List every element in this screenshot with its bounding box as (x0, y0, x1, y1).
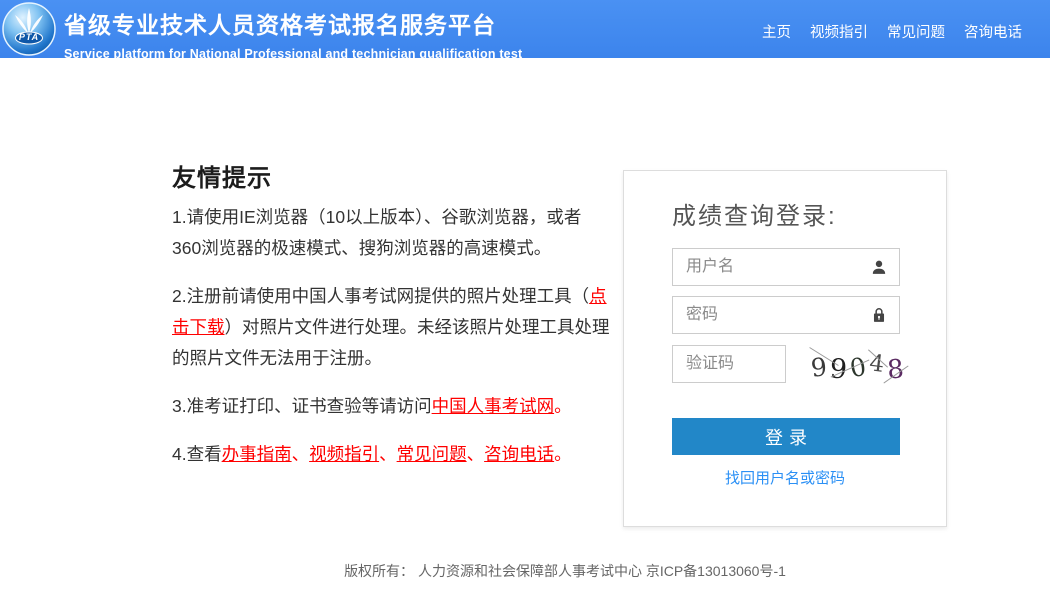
tip2-text-pre: 2.注册前请使用中国人事考试网提供的照片处理工具（ (172, 286, 590, 306)
nav-video-guide-link[interactable]: 视频指引 (810, 21, 868, 42)
header-nav: 主页 视频指引 常见问题 咨询电话 (762, 21, 1022, 42)
nav-hotline-link[interactable]: 咨询电话 (964, 21, 1022, 42)
nav-home-link[interactable]: 主页 (762, 21, 791, 42)
nav-faq-link[interactable]: 常见问题 (887, 21, 945, 42)
tip3-period: 。 (554, 396, 572, 416)
username-input[interactable] (672, 248, 900, 286)
login-button[interactable]: 登录 (672, 418, 900, 455)
video-guide-link[interactable]: 视频指引 (309, 444, 379, 464)
tip4-separator: 、 (291, 444, 310, 464)
tip-item-3: 3.准考证打印、证书查验等请访问中国人事考试网。 (172, 391, 610, 422)
service-guide-link[interactable]: 办事指南 (222, 444, 292, 464)
tip-item-4: 4.查看办事指南、视频指引、常见问题、咨询电话。 (172, 439, 610, 470)
tip3-text-pre: 3.准考证打印、证书查验等请访问 (172, 396, 432, 416)
logo-pta-label: PTA (18, 32, 40, 42)
header-titles: 省级专业技术人员资格考试报名服务平台 Service platform for … (64, 6, 522, 61)
pta-globe-icon (2, 2, 56, 56)
logo: PTA (2, 2, 56, 56)
footer-copyright: 版权所有： 人力资源和社会保障部人事考试中心 京ICP备13013060号-1 (344, 563, 786, 579)
user-icon (872, 260, 886, 274)
friendly-tips-section: 友情提示 1.请使用IE浏览器（10以上版本）、谷歌浏览器，或者360浏览器的极… (172, 158, 610, 487)
tip4-separator: 、 (379, 444, 397, 464)
password-input[interactable] (672, 296, 900, 334)
site-title: 省级专业技术人员资格考试报名服务平台 (64, 12, 496, 38)
password-field-wrap (672, 296, 900, 334)
tip4-period: 。 (554, 444, 572, 464)
username-field-wrap (672, 248, 900, 286)
header: PTA 省级专业技术人员资格考试报名服务平台 Service platform … (0, 0, 1050, 61)
tip1-text: 1.请使用IE浏览器（10以上版本）、谷歌浏览器，或者360浏览器的极速模式、搜… (172, 207, 582, 258)
faq-link[interactable]: 常见问题 (397, 444, 467, 464)
site-subtitle: Service platform for National Profession… (64, 47, 523, 61)
forgot-credentials-link[interactable]: 找回用户名或密码 (624, 467, 946, 488)
tip4-separator: 、 (466, 444, 485, 464)
tip4-text-pre: 4.查看 (172, 444, 222, 464)
login-panel-title: 成绩查询登录: (672, 203, 837, 230)
tip-item-2: 2.注册前请使用中国人事考试网提供的照片处理工具（点击下载）对照片文件进行处理。… (172, 281, 610, 374)
captcha-input[interactable] (672, 345, 786, 383)
hotline-link[interactable]: 咨询电话 (484, 444, 554, 464)
captcha-image[interactable]: 9 9 0 4 8 (801, 347, 913, 387)
score-query-login-panel: 成绩查询登录: 9 9 0 4 8 登录 找回用户名或密码 (623, 170, 947, 527)
tip-item-1: 1.请使用IE浏览器（10以上版本）、谷歌浏览器，或者360浏览器的极速模式、搜… (172, 202, 610, 264)
cpta-site-link[interactable]: 中国人事考试网 (432, 396, 555, 416)
lock-icon (873, 308, 885, 322)
captcha-field-wrap (672, 345, 786, 383)
tips-heading: 友情提示 (172, 165, 272, 192)
tip2-text-post: ）对照片文件进行处理。未经该照片处理工具处理的照片文件无法用于注册。 (172, 317, 610, 368)
